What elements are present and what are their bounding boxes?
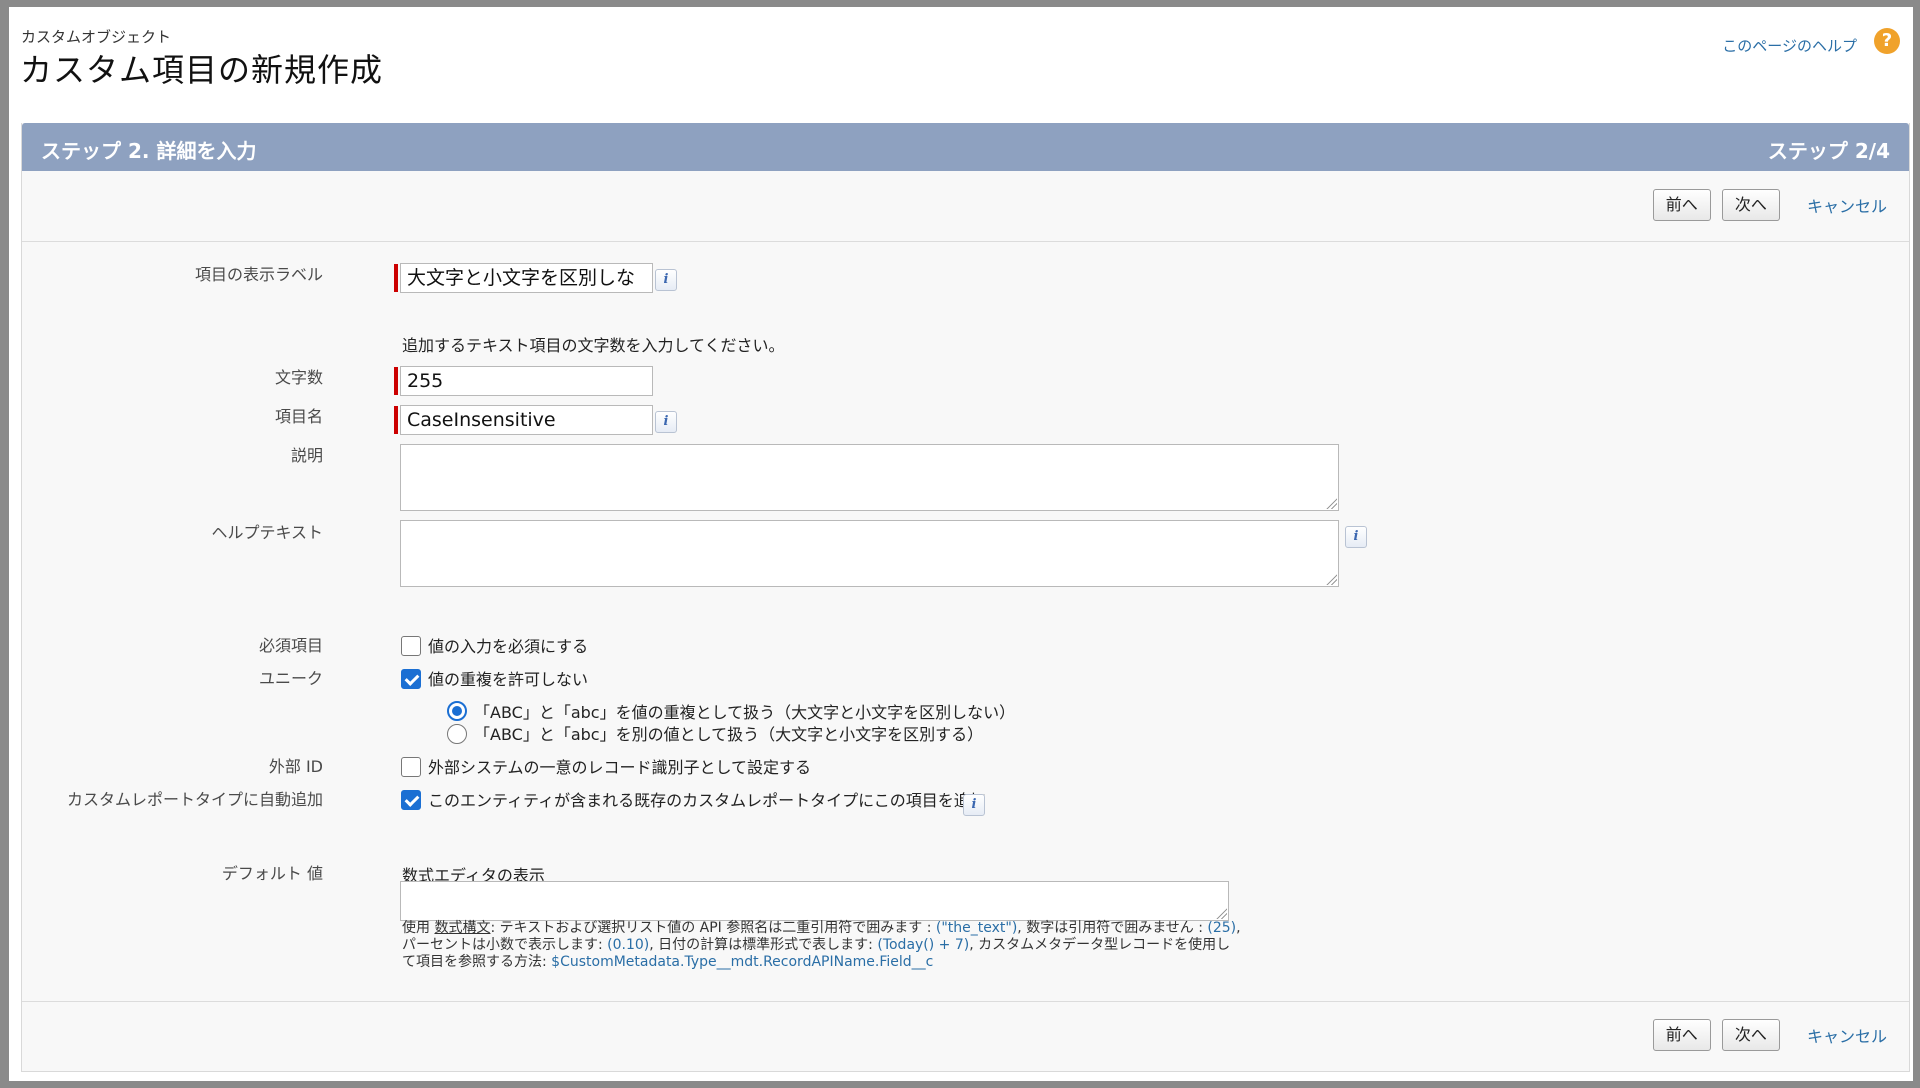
external-id-label: 外部 ID: [268, 757, 323, 776]
info-icon[interactable]: i: [1345, 526, 1367, 548]
required-checkbox[interactable]: [401, 636, 421, 656]
step-count: ステップ 2/4: [1767, 139, 1890, 163]
required-marker: [394, 367, 398, 395]
case-sensitive-text: 「ABC」と「abc」を別の値として扱う（大文字と小文字を区別する）: [474, 725, 984, 744]
field-name-input[interactable]: CaseInsensitive: [400, 405, 653, 435]
required-marker: [394, 406, 398, 434]
help-text-textarea[interactable]: [400, 520, 1339, 587]
resize-handle[interactable]: [1325, 497, 1337, 509]
unique-option-text: 値の重複を許可しない: [428, 670, 589, 689]
prev-button[interactable]: 前へ: [1652, 189, 1711, 221]
required-option-text: 値の入力を必須にする: [428, 637, 589, 656]
page-frame: カスタムオブジェクト カスタム項目の新規作成 このページのヘルプ ? ステップ …: [9, 7, 1913, 1081]
help-text-label: ヘルプテキスト: [211, 523, 323, 542]
external-id-option-text: 外部システムの一意のレコード識別子として設定する: [428, 758, 812, 777]
cancel-link[interactable]: キャンセル: [1807, 193, 1887, 217]
field-name-label: 項目名: [274, 407, 323, 426]
top-button-row: 前へ 次へ キャンセル: [1647, 189, 1887, 221]
info-icon[interactable]: i: [963, 794, 985, 816]
field-label-input[interactable]: 大文字と小文字を区別しな: [400, 263, 653, 293]
default-value-textarea[interactable]: [400, 881, 1229, 921]
external-id-checkbox[interactable]: [401, 757, 421, 777]
description-label: 説明: [290, 446, 323, 465]
report-types-option-text: このエンティティが含まれる既存のカスタムレポートタイプにこの項目を追加: [428, 791, 986, 810]
case-insensitive-text: 「ABC」と「abc」を値の重複として扱う（大文字と小文字を区別しない）: [474, 703, 1016, 722]
next-button[interactable]: 次へ: [1721, 189, 1780, 221]
info-icon[interactable]: i: [655, 269, 677, 291]
case-sensitive-radio[interactable]: [447, 724, 467, 744]
length-input[interactable]: 255: [400, 366, 653, 396]
unique-checkbox[interactable]: [401, 669, 421, 689]
page-title: カスタム項目の新規作成: [20, 51, 384, 89]
field-label-label: 項目の表示ラベル: [194, 265, 323, 284]
unique-label: ユニーク: [258, 669, 323, 688]
length-hint: 追加するテキスト項目の文字数を入力してください。: [402, 336, 785, 355]
resize-handle[interactable]: [1325, 573, 1337, 585]
report-types-label: カスタムレポートタイプに自動追加: [66, 790, 323, 809]
length-label: 文字数: [274, 368, 323, 387]
help-link[interactable]: このページのヘルプ: [1722, 35, 1857, 56]
required-marker: [394, 264, 398, 292]
object-type-label: カスタムオブジェクト: [21, 28, 172, 46]
wizard-panel: ステップ 2. 詳細を入力 ステップ 2/4 前へ 次へ キャンセル 項目の表示…: [21, 123, 1910, 1072]
prev-button[interactable]: 前へ: [1652, 1019, 1711, 1051]
formula-hint: 使用 数式構文: テキストおよび選択リスト値の API 参照名は二重引用符で囲み…: [402, 920, 1241, 970]
step-header: ステップ 2. 詳細を入力 ステップ 2/4: [22, 123, 1909, 171]
step-title: ステップ 2. 詳細を入力: [41, 139, 257, 163]
description-textarea[interactable]: [400, 444, 1339, 511]
resize-handle[interactable]: [1215, 907, 1227, 919]
bottom-button-row: 前へ 次へ キャンセル: [1647, 1019, 1887, 1051]
case-insensitive-radio[interactable]: [447, 701, 467, 721]
formula-syntax-link[interactable]: 数式構文: [434, 920, 490, 936]
divider: [22, 1001, 1909, 1002]
required-label: 必須項目: [258, 636, 323, 655]
info-icon[interactable]: i: [655, 411, 677, 433]
next-button[interactable]: 次へ: [1721, 1019, 1780, 1051]
cancel-link[interactable]: キャンセル: [1807, 1023, 1887, 1047]
report-types-checkbox[interactable]: [401, 790, 421, 810]
divider: [22, 241, 1909, 242]
help-icon[interactable]: ?: [1874, 28, 1900, 54]
default-value-label: デフォルト 値: [221, 864, 323, 883]
